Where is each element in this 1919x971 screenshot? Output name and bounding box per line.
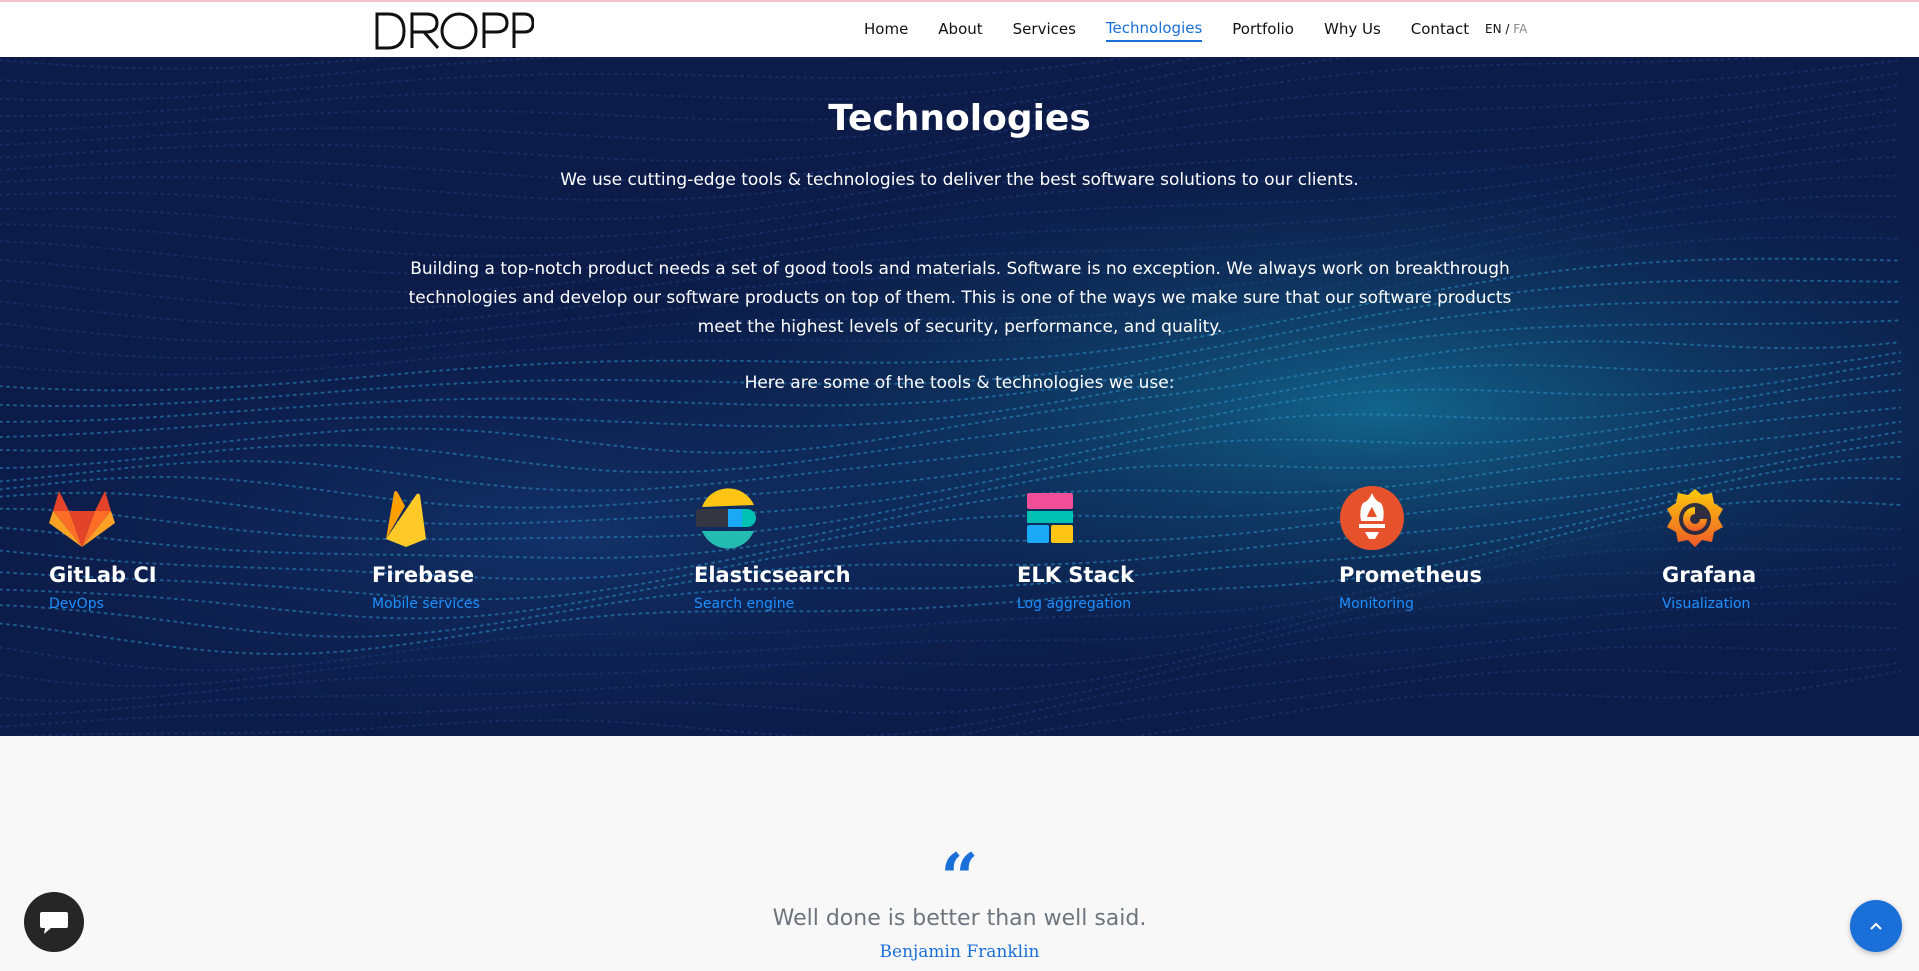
quote-author: Benjamin Franklin: [879, 942, 1040, 962]
nav-portfolio[interactable]: Portfolio: [1232, 20, 1294, 41]
technologies-hero: Technologies We use cutting-edge tools &…: [0, 57, 1919, 736]
elasticsearch-icon: [696, 488, 756, 549]
chat-bubble-icon: [40, 912, 68, 934]
site-header: Home About Services Technologies Portfol…: [0, 0, 1919, 57]
elk-stack-icon: [1027, 493, 1073, 543]
logo-wordmark: [375, 12, 535, 50]
tech-card-elk-stack: ELK Stack Log aggregation: [1017, 485, 1297, 612]
lang-separator: /: [1505, 22, 1510, 36]
gitlab-icon: [49, 491, 115, 547]
dropp-logo[interactable]: [374, 8, 535, 52]
tools-intro: Here are some of the tools & technologie…: [744, 373, 1175, 393]
prometheus-icon: [1340, 486, 1404, 550]
hero-description: Building a top-notch product needs a set…: [408, 259, 1512, 337]
nav-technologies[interactable]: Technologies: [1105, 19, 1203, 42]
tech-name: Prometheus: [1339, 563, 1482, 587]
firebase-icon: [386, 491, 426, 547]
chat-widget-button[interactable]: [24, 892, 84, 952]
nav-about[interactable]: About: [938, 20, 982, 41]
tech-category: Mobile services: [372, 596, 480, 612]
chevron-up-icon: [1870, 922, 1882, 930]
tech-name: Grafana: [1662, 563, 1757, 587]
quote-text: Well done is better than well said.: [772, 906, 1147, 931]
tech-name: GitLab CI: [49, 563, 157, 587]
tech-category: Search engine: [694, 596, 795, 612]
lang-fa[interactable]: FA: [1513, 22, 1527, 36]
nav-home[interactable]: Home: [864, 20, 908, 41]
main-nav: Home About Services Technologies Portfol…: [864, 19, 1499, 42]
nav-contact[interactable]: Contact: [1411, 20, 1469, 41]
nav-why-us[interactable]: Why Us: [1324, 20, 1381, 41]
back-to-top-button[interactable]: [1850, 900, 1902, 952]
tech-category: DevOps: [49, 596, 104, 612]
tech-card-grafana: Grafana Visualization: [1662, 485, 1919, 612]
hero-subtitle: We use cutting-edge tools & technologies…: [560, 170, 1359, 190]
tech-category: Visualization: [1662, 596, 1751, 612]
tech-name: Elasticsearch: [694, 563, 851, 587]
page-title: Technologies: [828, 98, 1091, 139]
language-switcher: EN / FA: [1485, 22, 1527, 36]
tech-category: Monitoring: [1339, 596, 1414, 612]
quote-mark-icon: “: [940, 839, 979, 917]
lang-en[interactable]: EN: [1485, 22, 1502, 36]
grafana-icon: [1667, 489, 1723, 547]
tech-card-firebase: Firebase Mobile services: [372, 485, 652, 612]
tech-name: Firebase: [372, 563, 475, 587]
tech-card-elasticsearch: Elasticsearch Search engine: [694, 485, 974, 612]
nav-services[interactable]: Services: [1013, 20, 1076, 41]
dotted-wave-background: [0, 57, 1919, 736]
tech-name: ELK Stack: [1017, 563, 1135, 587]
tech-card-prometheus: Prometheus Monitoring: [1339, 485, 1619, 612]
tech-category: Log aggregation: [1017, 596, 1132, 612]
tech-card-gitlab: GitLab CI DevOps: [49, 485, 329, 612]
